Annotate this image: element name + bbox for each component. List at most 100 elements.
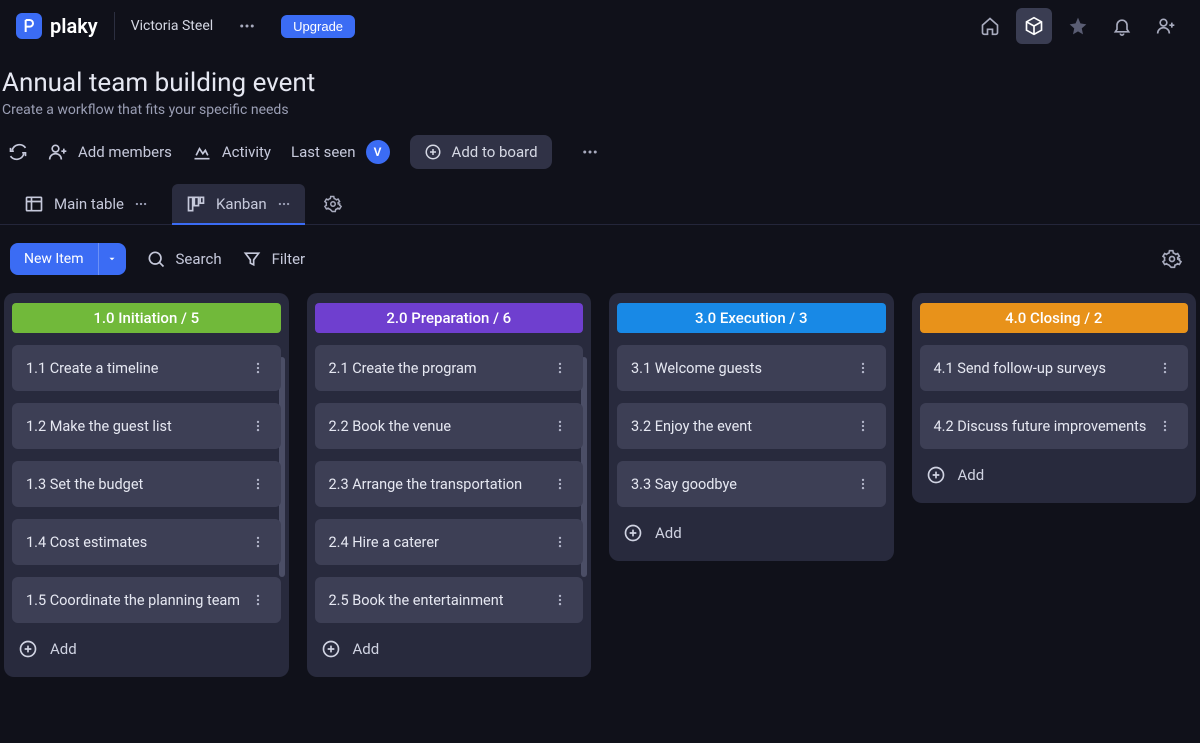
logo-mark-icon (16, 13, 42, 39)
card-more-icon[interactable] (854, 475, 872, 493)
card-title: 1.4 Cost estimates (26, 534, 147, 551)
tab-main-table-label: Main table (54, 195, 124, 213)
add-card-button[interactable]: Add (920, 461, 1189, 489)
kanban-card[interactable]: 3.2 Enjoy the event (617, 403, 886, 449)
add-members-label: Add members (78, 143, 172, 161)
card-title: 1.1 Create a timeline (26, 360, 158, 377)
tab-kanban-more-icon[interactable] (277, 197, 291, 211)
kanban-card[interactable]: 2.4 Hire a caterer (315, 519, 584, 565)
card-title: 2.1 Create the program (329, 360, 477, 377)
card-more-icon[interactable] (249, 591, 267, 609)
new-item-label: New Item (10, 243, 98, 275)
card-more-icon[interactable] (854, 417, 872, 435)
card-more-icon[interactable] (249, 417, 267, 435)
tab-kanban[interactable]: Kanban (172, 184, 305, 224)
activity-button[interactable]: Activity (192, 142, 271, 162)
home-icon[interactable] (972, 8, 1008, 44)
add-card-label: Add (353, 640, 380, 658)
card-more-icon[interactable] (249, 533, 267, 551)
board-actions: New Item Search Filter (0, 225, 1200, 293)
card-more-icon[interactable] (551, 591, 569, 609)
card-more-icon[interactable] (551, 359, 569, 377)
bell-icon[interactable] (1104, 8, 1140, 44)
card-more-icon[interactable] (249, 475, 267, 493)
upgrade-button[interactable]: Upgrade (281, 15, 355, 38)
search-label: Search (176, 250, 222, 268)
card-title: 2.5 Book the entertainment (329, 592, 504, 609)
add-card-label: Add (958, 466, 985, 484)
kanban-card[interactable]: 3.3 Say goodbye (617, 461, 886, 507)
card-more-icon[interactable] (551, 417, 569, 435)
card-title: 4.1 Send follow-up surveys (934, 360, 1106, 377)
kanban-card[interactable]: 4.2 Discuss future improvements (920, 403, 1189, 449)
kanban-card[interactable]: 4.1 Send follow-up surveys (920, 345, 1189, 391)
views-settings-icon[interactable] (315, 186, 351, 222)
kanban-card[interactable]: 2.1 Create the program (315, 345, 584, 391)
kanban-column: 2.0 Preparation / 6 2.1 Create the progr… (307, 293, 592, 677)
card-more-icon[interactable] (854, 359, 872, 377)
separator (114, 12, 115, 40)
kanban-card[interactable]: 2.2 Book the venue (315, 403, 584, 449)
tab-main-table[interactable]: Main table (10, 184, 162, 224)
toolbar-more-icon[interactable] (572, 134, 608, 170)
kanban-card[interactable]: 1.4 Cost estimates (12, 519, 281, 565)
card-title: 1.3 Set the budget (26, 476, 143, 493)
app-logo[interactable]: plaky (16, 13, 98, 39)
invite-user-icon[interactable] (1148, 8, 1184, 44)
add-card-label: Add (655, 524, 682, 542)
column-header[interactable]: 1.0 Initiation / 5 (12, 303, 281, 333)
automation-button[interactable] (8, 142, 28, 162)
card-title: 1.5 Coordinate the planning team (26, 592, 240, 609)
kanban-card[interactable]: 2.3 Arrange the transportation (315, 461, 584, 507)
last-seen-button[interactable]: Last seen V (291, 140, 390, 164)
tab-main-table-more-icon[interactable] (134, 197, 148, 211)
filter-label: Filter (272, 250, 306, 268)
card-title: 3.3 Say goodbye (631, 476, 737, 493)
add-card-button[interactable]: Add (315, 635, 584, 663)
topbar: plaky Victoria Steel Upgrade (0, 0, 1200, 52)
card-title: 3.1 Welcome guests (631, 360, 762, 377)
column-header[interactable]: 4.0 Closing / 2 (920, 303, 1189, 333)
kanban-board: 1.0 Initiation / 5 1.1 Create a timeline… (0, 293, 1200, 697)
board-title[interactable]: Annual team building event (0, 68, 1200, 98)
card-title: 4.2 Discuss future improvements (934, 418, 1147, 435)
column-header[interactable]: 3.0 Execution / 3 (617, 303, 886, 333)
filter-button[interactable]: Filter (242, 249, 306, 269)
card-title: 2.3 Arrange the transportation (329, 476, 523, 493)
add-card-button[interactable]: Add (12, 635, 281, 663)
add-to-board-label: Add to board (452, 143, 538, 161)
cube-icon[interactable] (1016, 8, 1052, 44)
add-to-board-button[interactable]: Add to board (410, 135, 552, 169)
column-header[interactable]: 2.0 Preparation / 6 (315, 303, 584, 333)
kanban-card[interactable]: 2.5 Book the entertainment (315, 577, 584, 623)
star-icon[interactable] (1060, 8, 1096, 44)
kanban-column: 4.0 Closing / 2 4.1 Send follow-up surve… (912, 293, 1197, 503)
kanban-card[interactable]: 1.1 Create a timeline (12, 345, 281, 391)
card-more-icon[interactable] (249, 359, 267, 377)
workspace-name[interactable]: Victoria Steel (131, 18, 213, 34)
new-item-caret-icon[interactable] (98, 243, 126, 275)
app-name: plaky (50, 14, 98, 38)
card-title: 1.2 Make the guest list (26, 418, 172, 435)
kanban-card[interactable]: 1.5 Coordinate the planning team (12, 577, 281, 623)
add-card-label: Add (50, 640, 77, 658)
board-subtitle: Create a workflow that fits your specifi… (0, 102, 1200, 118)
add-card-button[interactable]: Add (617, 519, 886, 547)
kanban-column: 1.0 Initiation / 5 1.1 Create a timeline… (4, 293, 289, 677)
kanban-card[interactable]: 1.2 Make the guest list (12, 403, 281, 449)
workspace-more-icon[interactable] (229, 8, 265, 44)
add-members-button[interactable]: Add members (48, 142, 172, 162)
search-button[interactable]: Search (146, 249, 222, 269)
card-more-icon[interactable] (551, 475, 569, 493)
card-title: 3.2 Enjoy the event (631, 418, 752, 435)
kanban-card[interactable]: 3.1 Welcome guests (617, 345, 886, 391)
card-more-icon[interactable] (551, 533, 569, 551)
board-settings-icon[interactable] (1154, 241, 1190, 277)
board-header: Annual team building event Create a work… (0, 52, 1200, 293)
avatar[interactable]: V (366, 140, 390, 164)
card-title: 2.4 Hire a caterer (329, 534, 439, 551)
card-more-icon[interactable] (1156, 417, 1174, 435)
card-more-icon[interactable] (1156, 359, 1174, 377)
new-item-button[interactable]: New Item (10, 243, 126, 275)
kanban-card[interactable]: 1.3 Set the budget (12, 461, 281, 507)
